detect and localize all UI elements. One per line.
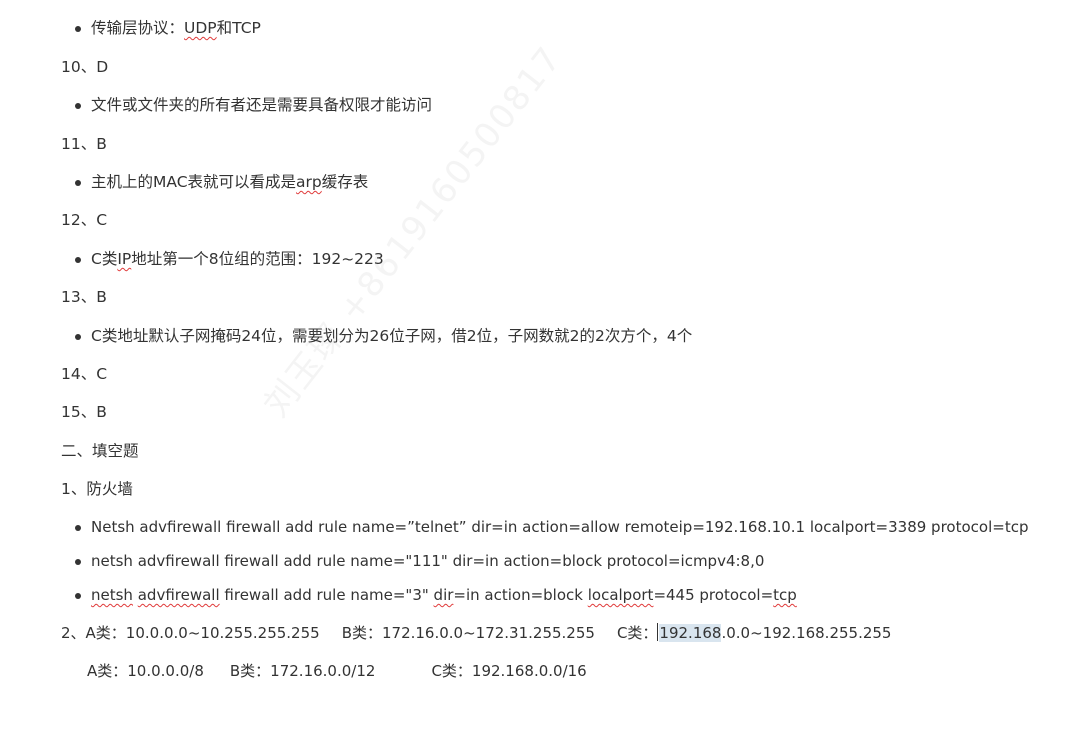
spellcheck-word: tcp — [773, 586, 797, 604]
spellcheck-word: UDP — [184, 19, 217, 37]
bullet-dot-icon — [75, 559, 81, 565]
list-item: 传输层协议：UDP和TCP — [75, 18, 261, 38]
answer-line: 1、防火墙 — [61, 480, 133, 498]
list-item: 主机上的MAC表就可以看成是arp缓存表 — [75, 172, 369, 192]
section-heading: 二、填空题 — [61, 442, 139, 460]
text: C类 — [91, 250, 118, 268]
list-item: Netsh advfirewall firewall add rule name… — [75, 517, 1029, 537]
spellcheck-word: IP — [117, 250, 132, 268]
document-page: 传输层协议：UDP和TCP 10、D 文件或文件夹的所有者还是需要具备权限才能访… — [0, 0, 1067, 735]
text: 主机上的MAC表就可以看成是 — [91, 173, 297, 191]
cidr-line: A类：10.0.0.0/8 B类：172.16.0.0/12 C类：192.168.… — [87, 661, 587, 681]
watermark: 刘玉璨 +8619160500817 — [256, 38, 571, 425]
spellcheck-word: dir — [433, 586, 454, 604]
text: 传输层协议： — [91, 19, 185, 37]
spellcheck-word: arp — [296, 173, 322, 191]
bullet-dot-icon — [75, 334, 81, 340]
bullet-dot-icon — [75, 26, 81, 32]
private-range-line: 2、A类：10.0.0.0~10.255.255.255 B类：172.16.0.… — [61, 623, 891, 643]
text: 文件或文件夹的所有者还是需要具备权限才能访问 — [91, 96, 433, 114]
bullet-dot-icon — [75, 180, 81, 186]
text: Netsh advfirewall firewall add rule name… — [91, 518, 1029, 536]
selected-text[interactable]: 192.168 — [659, 624, 722, 642]
text: 缓存表 — [321, 173, 369, 191]
class-a-cidr: A类：10.0.0.0/8 — [87, 662, 204, 680]
answer-line: 12、C — [61, 211, 108, 229]
list-item: 文件或文件夹的所有者还是需要具备权限才能访问 — [75, 95, 433, 115]
spellcheck-word: netsh — [91, 586, 133, 604]
text: C类地址默认子网掩码24位，需要划分为26位子网，借2位，子网数就2的2次方个，… — [91, 327, 693, 345]
list-item: netsh advfirewall firewall add rule name… — [75, 585, 797, 605]
list-item: netsh advfirewall firewall add rule name… — [75, 551, 765, 571]
class-a-range: 2、A类：10.0.0.0~10.255.255.255 — [61, 624, 320, 642]
answer-line: 10、D — [61, 58, 109, 76]
class-b-cidr: B类：172.16.0.0/12 — [229, 662, 376, 680]
bullet-dot-icon — [75, 525, 81, 531]
class-b-range: B类：172.16.0.0~172.31.255.255 — [341, 624, 595, 642]
answer-line: 11、B — [61, 135, 107, 153]
class-c-cidr: C类：192.168.0.0/16 — [431, 662, 587, 680]
list-item: C类IP地址第一个8位组的范围：192~223 — [75, 249, 384, 269]
class-c-label: C类： — [616, 624, 658, 642]
bullet-dot-icon — [75, 257, 81, 263]
bullet-dot-icon — [75, 103, 81, 109]
answer-line: 15、B — [61, 403, 107, 421]
text: firewall add rule name="3" — [219, 586, 434, 604]
list-item: C类地址默认子网掩码24位，需要划分为26位子网，借2位，子网数就2的2次方个，… — [75, 326, 693, 346]
spellcheck-word: localport — [587, 586, 654, 604]
answer-line: 13、B — [61, 288, 107, 306]
class-c-range: .0.0~192.168.255.255 — [721, 624, 892, 642]
text: 地址第一个8位组的范围：192~223 — [131, 250, 384, 268]
bullet-dot-icon — [75, 593, 81, 599]
answer-line: 14、C — [61, 365, 108, 383]
text: netsh advfirewall firewall add rule name… — [91, 552, 765, 570]
text: 和TCP — [216, 19, 261, 37]
text: =in action=block — [453, 586, 588, 604]
spellcheck-word: advfirewall — [137, 586, 220, 604]
text: =445 protocol= — [653, 586, 774, 604]
